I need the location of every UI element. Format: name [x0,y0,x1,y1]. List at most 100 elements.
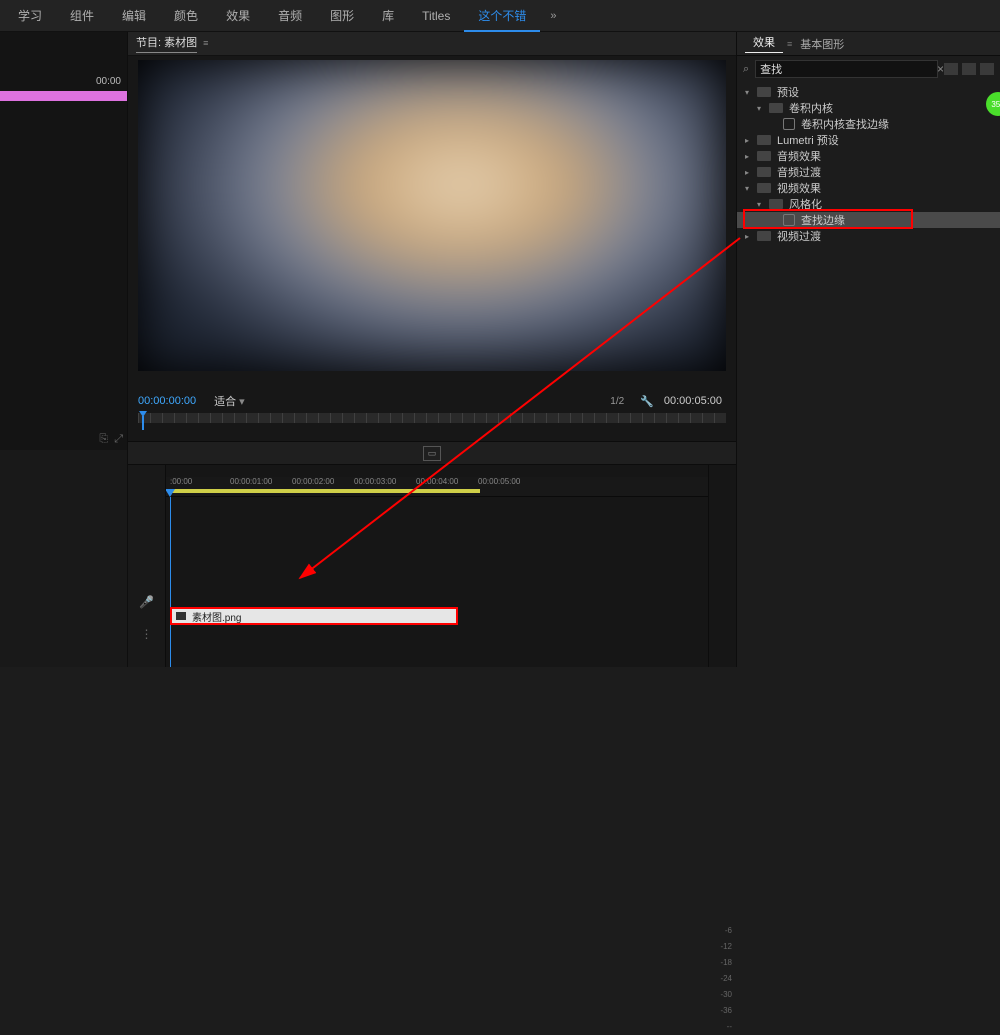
tree-item[interactable]: ▸ 视频过渡 [737,228,1000,244]
search-icon: ⌕ [743,63,749,76]
effect-preset-icon [783,214,795,226]
db-tick: -12 [720,939,732,955]
ruler-tick: 00:00:05:00 [478,477,520,486]
track-options-icon[interactable]: ⋮ [141,627,153,641]
tree-item-label: 风格化 [789,196,822,212]
tree-item-label: 视频过渡 [777,228,821,244]
tree-item-label: 视频效果 [777,180,821,196]
source-tool-icon-2[interactable]: ⤢ [114,433,123,446]
folder-icon [757,87,771,97]
effect-preset-icon [783,118,795,130]
tree-item-label: Lumetri 预设 [777,132,839,148]
source-panel: 00:00 ⎘ ⤢ [0,32,128,667]
folder-icon [757,151,771,161]
tab-library[interactable]: 库 [368,0,408,32]
tree-toggle-icon[interactable]: ▸ [745,136,755,145]
tab-effects[interactable]: 效果 [212,0,264,32]
tab-color[interactable]: 颜色 [160,0,212,32]
settings-wrench-icon[interactable]: 🔧 [640,395,654,408]
yuv-badge-icon[interactable] [980,63,994,75]
tab-titles[interactable]: Titles [408,0,464,32]
program-playhead[interactable] [139,411,147,417]
db-tick: -6 [720,923,732,939]
ruler-tick: 00:00:03:00 [354,477,396,486]
source-timecode-label: 00:00 [96,76,121,87]
db-tick: -18 [720,955,732,971]
tree-toggle-icon[interactable]: ▾ [757,200,767,209]
timeline-tracks[interactable]: 素材图.png [166,497,708,667]
duration-timecode: 00:00:05:00 [664,395,722,407]
zoom-fit-dropdown[interactable]: 适合 [214,393,245,409]
clip-thumbnail-icon [176,612,186,620]
tab-graphics[interactable]: 图形 [316,0,368,32]
timeline-track-header: 🎤 ⋮ [128,465,166,667]
tree-item[interactable]: ▸ Lumetri 预设 [737,132,1000,148]
button-editor-icon[interactable]: ▭ [423,446,442,461]
program-monitor-header: 节目: 素材图 ≡ [128,32,736,56]
tree-toggle-icon[interactable]: ▸ [745,168,755,177]
ruler-tick: 00:00:04:00 [416,477,458,486]
timeline-playhead[interactable] [170,497,171,667]
tree-item[interactable]: ▸ 音频过渡 [737,164,1000,180]
tree-item[interactable]: ▾卷积内核 [737,100,1000,116]
tree-item[interactable]: ▾ 视频效果 [737,180,1000,196]
ruler-tick: 00:00:02:00 [292,477,334,486]
program-monitor: 00:00:00:00 适合 1/2 🔧 00:00:05:00 [128,56,736,442]
32bit-badge-icon[interactable] [962,63,976,75]
tree-toggle-icon[interactable]: ▾ [745,88,755,97]
playback-resolution[interactable]: 1/2 [610,396,624,407]
tab-overflow[interactable]: » [540,10,566,22]
tab-custom[interactable]: 这个不错 [464,0,540,32]
source-clip-bar[interactable] [0,91,127,101]
voiceover-icon[interactable]: 🎤 [139,595,154,609]
tree-item[interactable]: ▾预设 [737,84,1000,100]
source-tool-icon-1[interactable]: ⎘ [99,433,108,446]
tab-learn[interactable]: 学习 [4,0,56,32]
program-menu-icon[interactable]: ≡ [203,38,208,48]
tree-item[interactable]: ▾ 风格化 [737,196,1000,212]
clear-search-icon[interactable]: × [937,62,944,76]
timeline-ruler[interactable]: :00:00 00:00:01:00 00:00:02:00 00:00:03:… [166,477,708,497]
program-scrubber[interactable] [138,413,726,423]
folder-icon [769,199,783,209]
folder-icon [757,183,771,193]
timeline-panel: 🎤 ⋮ :00:00 00:00:01:00 00:00:02:00 00:00… [128,465,736,667]
effects-tab[interactable]: 效果 [745,34,783,53]
tree-item-label: 音频过渡 [777,164,821,180]
tab-assembly[interactable]: 组件 [56,0,108,32]
ruler-tick: :00:00 [170,477,192,486]
workspace-tab-bar: 学习 组件 编辑 颜色 效果 音频 图形 库 Titles 这个不错 » [0,0,1000,32]
clip-label: 素材图.png [192,609,241,624]
tree-item-label: 卷积内核查找边缘 [801,116,889,132]
tree-item-label: 音频效果 [777,148,821,164]
audio-meter: -6 -12 -18 -24 -30 -36 -- [708,465,736,667]
tree-toggle-icon[interactable]: ▸ [745,232,755,241]
db-tick: -30 [720,987,732,1003]
effects-search-input[interactable] [755,60,938,78]
folder-icon [757,231,771,241]
folder-icon [757,167,771,177]
tab-editing[interactable]: 编辑 [108,0,160,32]
folder-icon [757,135,771,145]
current-timecode[interactable]: 00:00:00:00 [138,395,196,407]
video-clip[interactable]: 素材图.png [170,607,458,625]
essential-graphics-tab[interactable]: 基本图形 [792,36,852,52]
tree-toggle-icon[interactable]: ▸ [745,152,755,161]
db-tick: -24 [720,971,732,987]
effects-panel: 效果 ≡ 基本图形 ⌕ × ▾预设▾卷积内核卷积内核查找边缘▸Lumetri 预… [736,32,1000,667]
tree-item-label: 查找边缘 [801,212,845,228]
ruler-tick: 00:00:01:00 [230,477,272,486]
preview-viewport[interactable] [138,60,726,372]
tab-audio[interactable]: 音频 [264,0,316,32]
db-tick: -- [720,1019,732,1035]
button-editor-row: ▭ [128,441,736,465]
effects-tree[interactable]: ▾预设▾卷积内核卷积内核查找边缘 ▸ Lumetri 预设 ▸ 音频效果 ▸ 音频过渡 ▾ 视频… [737,82,1000,667]
tree-item[interactable]: ▸ 音频效果 [737,148,1000,164]
program-title: 节目: 素材图 [136,34,197,53]
tree-toggle-icon[interactable]: ▾ [745,184,755,193]
accelerated-badge-icon[interactable] [944,63,958,75]
tree-toggle-icon[interactable]: ▾ [757,104,767,113]
tree-item[interactable]: 卷积内核查找边缘 [737,116,1000,132]
tree-item[interactable]: 查找边缘 [737,212,1000,228]
work-area-bar[interactable] [170,489,480,493]
